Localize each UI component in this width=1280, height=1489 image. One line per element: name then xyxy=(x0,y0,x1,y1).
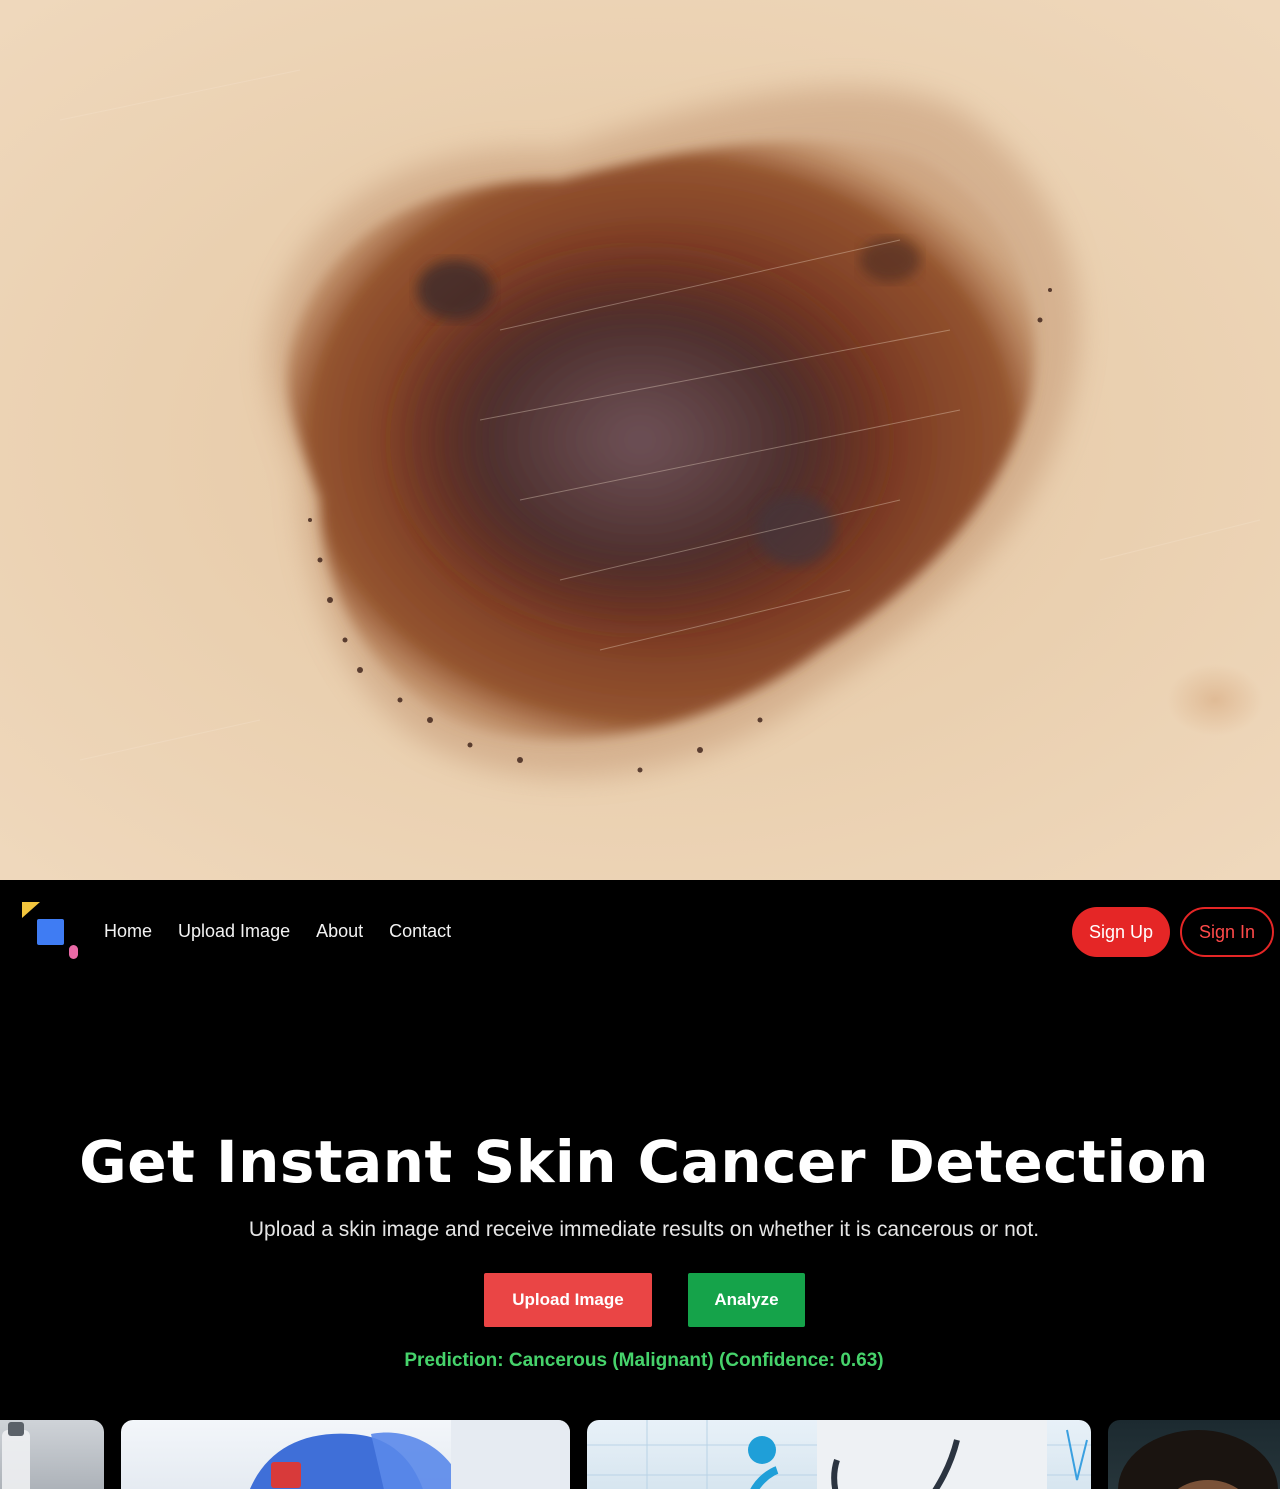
lab-equipment-image xyxy=(2,1422,30,1489)
nav-links: Home Upload Image About Contact xyxy=(104,921,451,942)
gloved-hand-sample-image xyxy=(250,1420,570,1489)
sign-up-button[interactable]: Sign Up xyxy=(1072,907,1170,957)
logo-pill xyxy=(69,945,78,959)
uploaded-skin-image xyxy=(0,0,1280,880)
navbar: Home Upload Image About Contact Sign Up … xyxy=(0,880,1280,986)
hero-subtitle: Upload a skin image and receive immediat… xyxy=(248,1218,1040,1241)
portrait-image xyxy=(1118,1430,1278,1489)
analyze-button[interactable]: Analyze xyxy=(688,1273,805,1327)
logo-square xyxy=(37,919,64,945)
nav-link-about[interactable]: About xyxy=(316,921,363,942)
carousel-card[interactable] xyxy=(587,1420,1091,1489)
upload-image-button[interactable]: Upload Image xyxy=(484,1273,652,1327)
hero-title: Get Instant Skin Cancer Detection xyxy=(79,1128,1209,1196)
carousel-card[interactable] xyxy=(0,1420,104,1489)
nav-link-contact[interactable]: Contact xyxy=(389,921,451,942)
sign-in-button[interactable]: Sign In xyxy=(1180,907,1274,957)
skin-lesion-graphic xyxy=(59,69,1261,778)
logo-triangle xyxy=(22,902,40,918)
nav-link-home[interactable]: Home xyxy=(104,921,152,942)
brand-logo-icon[interactable] xyxy=(20,900,80,960)
carousel-card[interactable] xyxy=(121,1420,570,1489)
carousel-card[interactable] xyxy=(1108,1420,1280,1489)
nav-link-upload-image[interactable]: Upload Image xyxy=(178,921,290,942)
doctor-stethoscope-image xyxy=(587,1420,1091,1489)
prediction-result: Prediction: Cancerous (Malignant) (Confi… xyxy=(404,1350,884,1371)
